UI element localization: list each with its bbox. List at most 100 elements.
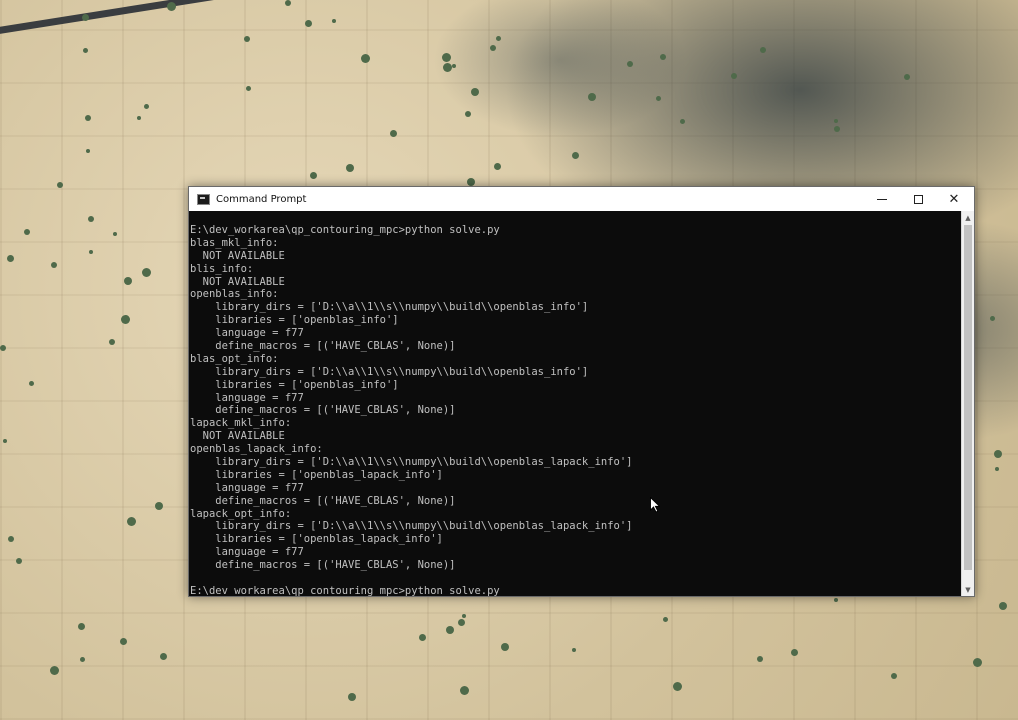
tree	[673, 682, 682, 691]
tree	[57, 182, 63, 188]
tree	[442, 53, 451, 62]
tree	[904, 74, 910, 80]
maximize-icon	[913, 194, 923, 204]
tree	[680, 119, 685, 124]
tree	[656, 96, 661, 101]
tree	[390, 130, 397, 137]
scroll-thumb[interactable]	[964, 225, 972, 570]
tree	[663, 617, 668, 622]
tree	[29, 381, 34, 386]
console-line: language = f77	[190, 391, 304, 404]
mouse-pointer-icon	[650, 497, 660, 513]
console-line: library_dirs = ['D:\\a\\1\\s\\numpy\\bui…	[190, 456, 633, 469]
console-line: lapack_mkl_info:	[190, 417, 292, 430]
tree	[246, 86, 251, 91]
tree	[121, 315, 130, 324]
tree	[834, 598, 838, 602]
minimize-icon	[877, 198, 887, 200]
console-line: library_dirs = ['D:\\a\\1\\s\\numpy\\bui…	[190, 301, 589, 314]
tree	[113, 232, 117, 236]
tree	[51, 262, 57, 268]
tree	[167, 2, 176, 11]
tree	[627, 61, 633, 67]
tree	[465, 111, 471, 117]
tree	[310, 172, 317, 179]
console-line: blas_opt_info:	[190, 352, 279, 365]
tree	[16, 558, 22, 564]
tree	[973, 658, 982, 667]
tree	[995, 467, 999, 471]
console-line: E:\dev_workarea\qp_contouring_mpc>python…	[190, 584, 500, 596]
tree	[50, 666, 59, 675]
console-line: blis_info:	[190, 262, 254, 275]
tree	[660, 54, 666, 60]
console-line: define_macros = [('HAVE_CBLAS', None)]	[190, 494, 456, 507]
console-line: openblas_info:	[190, 288, 279, 301]
console-line: NOT AVAILABLE	[190, 275, 285, 288]
command-prompt-window[interactable]: Command Prompt ✕ E:\dev_workarea\qp_cont…	[188, 186, 975, 597]
tree	[305, 20, 312, 27]
tree	[109, 339, 115, 345]
scroll-down-icon[interactable]: ▼	[962, 583, 974, 596]
tree	[24, 229, 30, 235]
tree	[332, 19, 336, 23]
tree	[7, 255, 14, 262]
tree	[124, 277, 132, 285]
tree	[891, 673, 897, 679]
vertical-scrollbar[interactable]: ▲ ▼	[961, 211, 974, 596]
console-line: libraries = ['openblas_lapack_info']	[190, 468, 443, 481]
console-output[interactable]: E:\dev_workarea\qp_contouring_mpc>python…	[189, 211, 961, 596]
console-icon	[197, 193, 210, 205]
tree	[990, 316, 995, 321]
tree	[446, 626, 454, 634]
tree	[494, 163, 501, 170]
console-line: language = f77	[190, 327, 304, 340]
console-line: define_macros = [('HAVE_CBLAS', None)]	[190, 404, 456, 417]
console-line: openblas_lapack_info:	[190, 443, 323, 456]
tree	[3, 439, 7, 443]
minimize-button[interactable]	[864, 187, 900, 211]
tree	[572, 648, 576, 652]
console-line: libraries = ['openblas_info']	[190, 314, 399, 327]
tree	[490, 45, 496, 51]
maximize-button[interactable]	[900, 187, 936, 211]
console-line: lapack_opt_info:	[190, 507, 292, 520]
tree	[462, 614, 466, 618]
console-line: NOT AVAILABLE	[190, 249, 285, 262]
tree	[460, 686, 469, 695]
tree	[346, 164, 354, 172]
console-line: libraries = ['openblas_lapack_info']	[190, 533, 443, 546]
close-button[interactable]: ✕	[936, 187, 972, 211]
tree	[83, 48, 88, 53]
console-line: libraries = ['openblas_info']	[190, 378, 399, 391]
tree	[86, 149, 90, 153]
tree	[155, 502, 163, 510]
tree	[120, 638, 127, 645]
tree	[8, 536, 14, 542]
tree	[82, 14, 89, 21]
console-line: NOT AVAILABLE	[190, 430, 285, 443]
title-bar[interactable]: Command Prompt ✕	[189, 187, 974, 211]
tree	[760, 47, 766, 53]
tree	[757, 656, 763, 662]
tree	[572, 152, 579, 159]
tree	[160, 653, 167, 660]
tree	[89, 250, 93, 254]
tree	[127, 517, 136, 526]
tree	[458, 619, 465, 626]
tree	[452, 64, 456, 68]
tree	[348, 693, 356, 701]
tree	[361, 54, 370, 63]
console-line: E:\dev_workarea\qp_contouring_mpc>python…	[190, 224, 500, 236]
tree	[85, 115, 91, 121]
console-line: blas_mkl_info:	[190, 236, 279, 249]
tree	[137, 116, 141, 120]
tree	[791, 649, 798, 656]
tree	[731, 73, 737, 79]
scroll-up-icon[interactable]: ▲	[962, 211, 974, 224]
console-line: language = f77	[190, 481, 304, 494]
console-line: define_macros = [('HAVE_CBLAS', None)]	[190, 340, 456, 353]
tree	[834, 119, 838, 123]
tree	[419, 634, 426, 641]
